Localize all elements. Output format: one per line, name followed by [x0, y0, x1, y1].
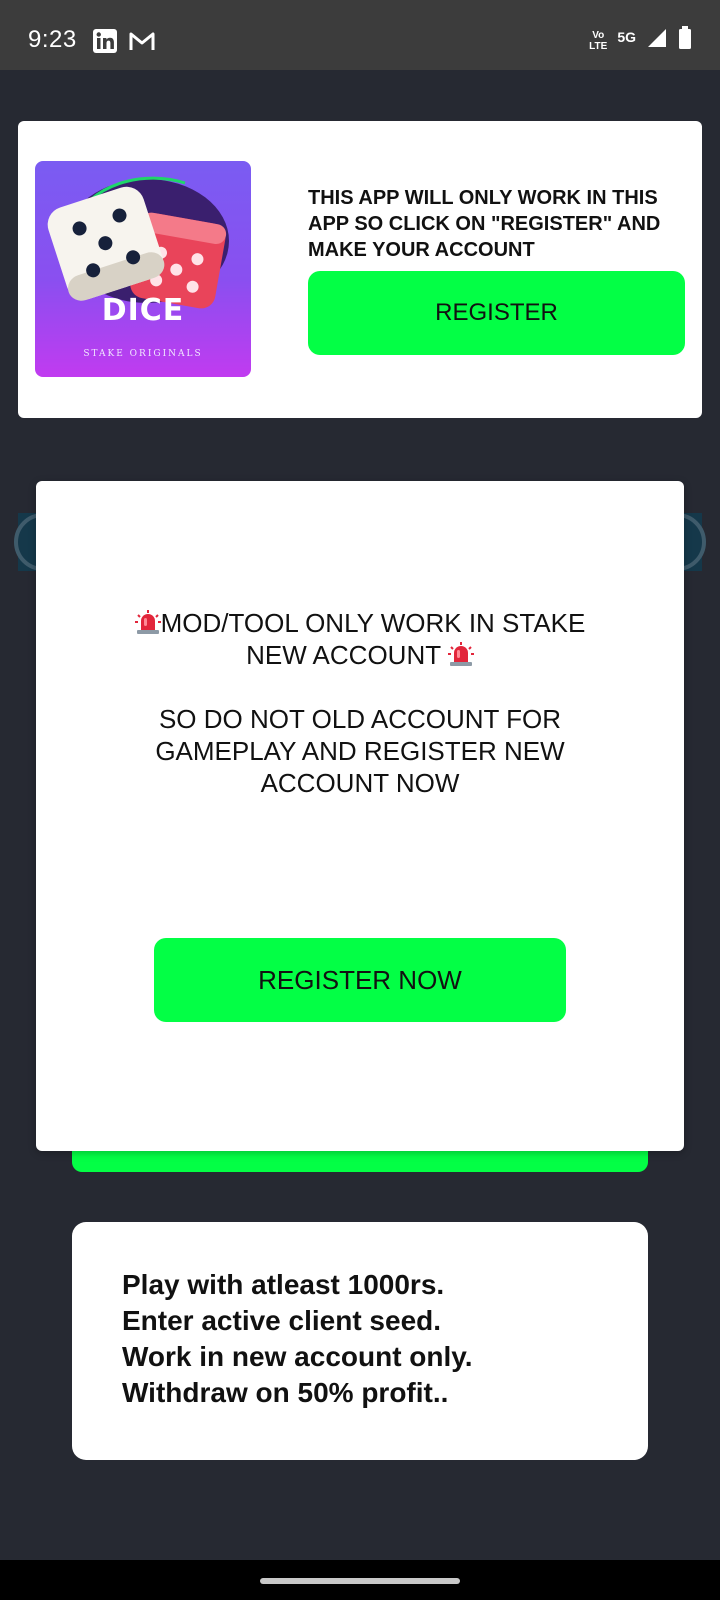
- top-card-message: THIS APP WILL ONLY WORK IN THIS APP SO C…: [308, 187, 661, 261]
- warning-line-2: NEW ACCOUNT: [76, 639, 644, 671]
- volte-label-top: Vo: [592, 29, 605, 41]
- battery-icon: [678, 26, 692, 55]
- info-card: Play with atleast 1000rs. Enter active c…: [72, 1222, 648, 1460]
- info-line: Withdraw on 50% profit..: [122, 1377, 449, 1408]
- warning-line-1-text: MOD/TOOL ONLY WORK IN STAKE: [160, 608, 586, 638]
- info-line: Work in new account only.: [122, 1341, 473, 1372]
- siren-icon: [447, 641, 474, 667]
- volte-icon: Vo LTE: [589, 30, 607, 52]
- dice-app-logo: DICE STAKE ORIGINALS: [35, 161, 251, 377]
- instruction-line-3: ACCOUNT NOW: [260, 768, 460, 798]
- system-icons: Vo LTE 5G: [589, 26, 692, 55]
- warning-line-1: MOD/TOOL ONLY WORK IN STAKE: [76, 607, 644, 639]
- info-line: Enter active client seed.: [122, 1305, 442, 1336]
- navigation-bar: [0, 1560, 720, 1600]
- status-bar: 9:23 Vo LTE 5G: [0, 0, 720, 70]
- notification-icons: [92, 28, 156, 59]
- siren-icon: [134, 609, 161, 635]
- register-dialog: MOD/TOOL ONLY WORK IN STAKE NEW ACCOUNT …: [36, 481, 684, 1151]
- volte-label-bottom: LTE: [589, 40, 608, 52]
- instruction-line-2: GAMEPLAY AND REGISTER NEW: [155, 736, 565, 766]
- warning-text: MOD/TOOL ONLY WORK IN STAKE NEW ACCOUNT: [76, 607, 644, 671]
- info-line: Play with atleast 1000rs.: [122, 1269, 445, 1300]
- register-now-button[interactable]: REGISTER NOW: [154, 938, 566, 1022]
- dice-icon: [47, 176, 229, 309]
- network-type: 5G: [617, 28, 636, 45]
- logo-title: DICE: [101, 293, 185, 328]
- signal-icon: [646, 27, 668, 54]
- gmail-icon: [128, 29, 156, 58]
- logo-subtitle: STAKE ORIGINALS: [83, 349, 203, 359]
- home-indicator[interactable]: [260, 1578, 460, 1584]
- instruction-line-1: SO DO NOT OLD ACCOUNT FOR: [158, 704, 562, 734]
- warning-line-2-text: NEW ACCOUNT: [246, 640, 441, 670]
- register-button[interactable]: REGISTER: [308, 271, 685, 355]
- status-time: 9:23: [28, 26, 77, 53]
- instruction-text: SO DO NOT OLD ACCOUNT FOR GAMEPLAY AND R…: [76, 703, 644, 799]
- linkedin-icon: [92, 28, 118, 59]
- top-card: DICE STAKE ORIGINALS THIS APP WILL ONLY …: [18, 121, 702, 418]
